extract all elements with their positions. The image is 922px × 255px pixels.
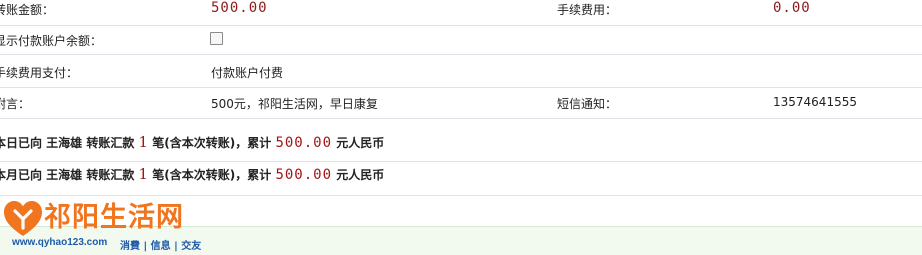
today-summary-middle: 笔(含本次转账)，累计	[152, 136, 272, 150]
message-value: 500元，祁阳生活网，早日康复	[211, 97, 378, 111]
amount-value: 500.00	[211, 0, 268, 16]
sms-value: 13574641555	[773, 95, 857, 109]
watermark-tags: 消費 | 信息 | 交友	[120, 241, 202, 252]
month-summary-row: 本月已向 王海雄 转账汇款 1 笔(含本次转账)，累计 500.00 元人民币	[0, 162, 922, 196]
message-label: 附言：	[0, 97, 31, 111]
today-summary: 本日已向 王海雄 转账汇款 1 笔(含本次转账)，累计 500.00 元人民币	[0, 133, 384, 151]
today-summary-prefix: 本日已向 王海雄 转账汇款	[0, 136, 135, 150]
today-summary-suffix: 元人民币	[336, 136, 385, 150]
amount-row: 转账金额： 500.00 手续费用： 0.00	[0, 0, 922, 26]
show-balance-label: 显示付款账户余额：	[0, 34, 103, 48]
today-summary-row: 本日已向 王海雄 转账汇款 1 笔(含本次转账)，累计 500.00 元人民币	[0, 119, 922, 162]
amount-label: 转账金额：	[0, 3, 55, 17]
today-summary-total: 500.00	[275, 135, 333, 151]
heart-logo-icon	[4, 201, 42, 236]
show-balance-row: 显示付款账户余额：	[0, 26, 922, 55]
month-summary-total: 500.00	[275, 167, 333, 183]
watermark-url: www.qyhao123.com	[12, 237, 108, 248]
fee-payment-row: 手续费用支付： 付款账户付费	[0, 55, 922, 88]
transfer-confirm-page: 转账金额： 500.00 手续费用： 0.00 显示付款账户余额： 手续费用支付…	[0, 0, 922, 255]
month-summary: 本月已向 王海雄 转账汇款 1 笔(含本次转账)，累计 500.00 元人民币	[0, 165, 384, 183]
sms-label: 短信通知：	[557, 97, 618, 111]
fee-payment-value: 付款账户付费	[211, 66, 284, 80]
month-summary-count: 1	[138, 165, 149, 183]
watermark-logo-text: 祁阳生活网	[44, 202, 184, 233]
month-summary-prefix: 本月已向 王海雄 转账汇款	[0, 168, 135, 182]
fee-payment-label: 手续费用支付：	[0, 66, 79, 80]
month-summary-suffix: 元人民币	[336, 168, 385, 182]
message-row: 附言： 500元，祁阳生活网，早日康复 短信通知： 13574641555	[0, 88, 922, 119]
fee-value: 0.00	[773, 0, 811, 16]
today-summary-count: 1	[138, 133, 149, 151]
show-balance-checkbox[interactable]	[210, 32, 223, 45]
fee-label: 手续费用：	[557, 3, 618, 17]
month-summary-middle: 笔(含本次转账)，累计	[152, 168, 272, 182]
site-watermark-logo: 祁阳生活网 www.qyhao123.com 消費 | 信息 | 交友	[0, 195, 210, 255]
